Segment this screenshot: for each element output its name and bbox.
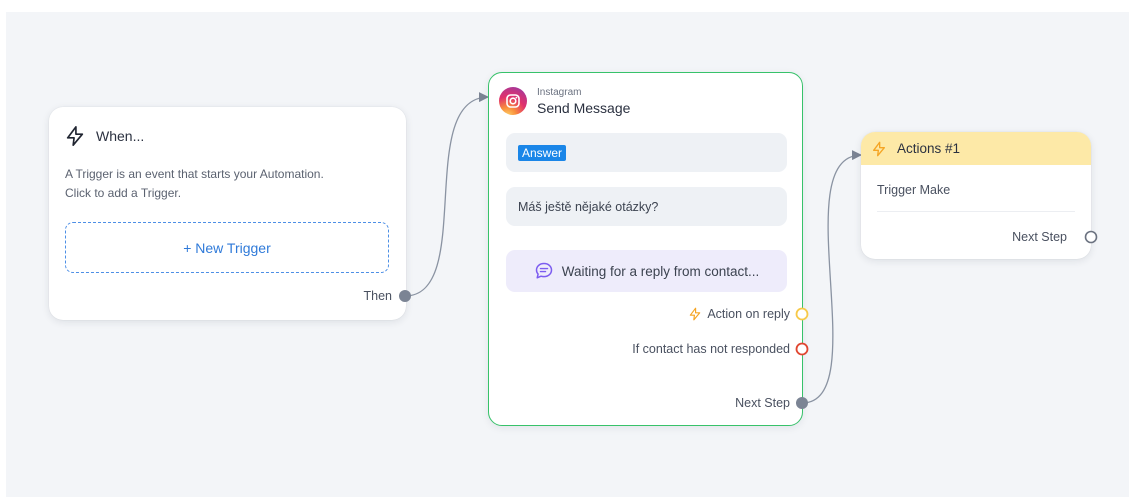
waiting-text: Waiting for a reply from contact... bbox=[561, 263, 760, 279]
trigger-description-line: A Trigger is an event that starts your A… bbox=[65, 167, 324, 181]
message-text: Máš ještě nějaké otázky? bbox=[518, 199, 659, 214]
instagram-icon bbox=[499, 87, 527, 115]
new-trigger-button[interactable]: + New Trigger bbox=[65, 222, 389, 273]
answer-block[interactable]: Answer bbox=[506, 133, 787, 172]
next-step-label: Next Step bbox=[1012, 230, 1067, 244]
channel-label: Instagram bbox=[537, 87, 582, 98]
action-on-reply-text: Action on reply bbox=[707, 307, 790, 321]
message-text-block[interactable]: Máš ještě nějaké otázky? bbox=[506, 187, 787, 226]
lightning-icon bbox=[688, 307, 702, 321]
action-on-reply-label: Action on reply bbox=[688, 307, 790, 321]
trigger-make-item[interactable]: Trigger Make bbox=[877, 183, 950, 197]
trigger-card[interactable]: When... A Trigger is an event that start… bbox=[49, 107, 406, 320]
then-label: Then bbox=[363, 289, 393, 303]
trigger-description-line: Click to add a Trigger. bbox=[65, 186, 182, 200]
trigger-title: When... bbox=[96, 128, 145, 144]
answer-tag: Answer bbox=[518, 144, 567, 161]
send-message-title: Send Message bbox=[537, 100, 631, 116]
waiting-reply-block: Waiting for a reply from contact... bbox=[506, 250, 787, 292]
no-response-label: If contact has not responded bbox=[632, 342, 790, 356]
send-message-card[interactable]: Instagram Send Message Answer Máš ještě … bbox=[488, 72, 803, 426]
lightning-icon bbox=[64, 125, 86, 147]
next-step-label: Next Step bbox=[735, 396, 790, 410]
trigger-header: When... bbox=[64, 125, 144, 147]
lightning-icon bbox=[871, 141, 887, 157]
trigger-description: A Trigger is an event that starts your A… bbox=[65, 165, 365, 203]
actions-title: Actions #1 bbox=[897, 141, 961, 156]
actions-card[interactable]: Actions #1 Trigger Make Next Step bbox=[861, 132, 1091, 259]
actions-header: Actions #1 bbox=[861, 132, 1091, 165]
divider bbox=[877, 211, 1075, 212]
chat-bubble-icon bbox=[534, 261, 554, 281]
